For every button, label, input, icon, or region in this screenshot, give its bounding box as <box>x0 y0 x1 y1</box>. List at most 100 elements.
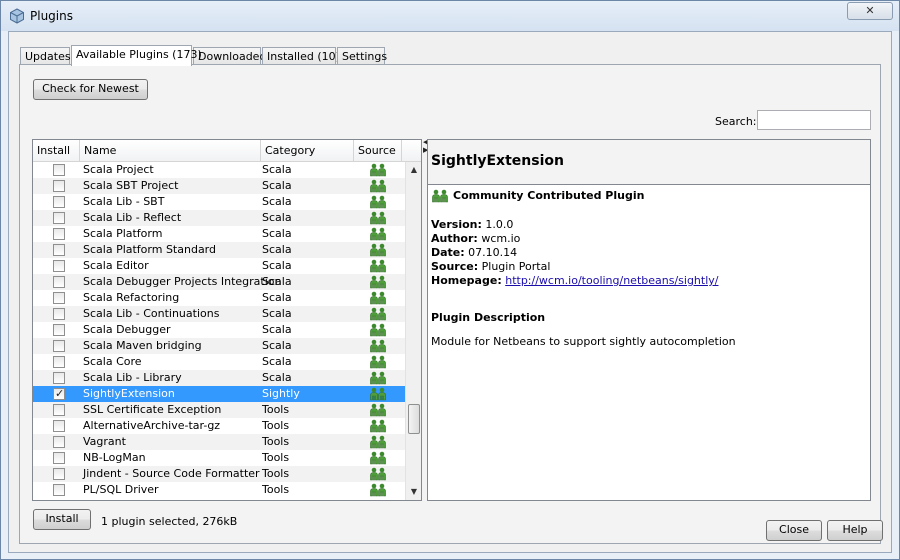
plugin-category: Scala <box>262 211 292 224</box>
plugin-category: Sightly <box>262 387 300 400</box>
plugin-name: Scala Editor <box>83 259 149 272</box>
table-row[interactable]: Scala Debugger Scala <box>33 322 405 338</box>
help-button[interactable]: Help <box>827 520 883 541</box>
close-button[interactable]: Close <box>766 520 822 541</box>
column-header-name[interactable]: Name <box>80 140 261 162</box>
plugin-name: Scala Debugger Projects Integration <box>83 275 282 288</box>
install-checkbox[interactable] <box>53 292 65 304</box>
install-checkbox[interactable] <box>53 386 65 402</box>
table-row[interactable]: PL/SQL Driver Tools <box>33 482 405 498</box>
plugin-name: Scala Core <box>83 355 142 368</box>
column-header-category[interactable]: Category <box>261 140 354 162</box>
install-checkbox[interactable] <box>53 212 65 224</box>
community-icon <box>369 195 387 209</box>
community-badge: Community Contributed Plugin <box>431 188 870 206</box>
table-row[interactable]: Scala Maven bridging Scala <box>33 338 405 354</box>
table-row[interactable]: NB-LogMan Tools <box>33 450 405 466</box>
install-checkbox[interactable] <box>53 356 65 368</box>
plugin-name: AlternativeArchive-tar-gz <box>83 419 221 432</box>
table-vertical-scrollbar[interactable]: ▲ ▼ <box>405 162 421 500</box>
table-row[interactable]: Jindent - Source Code Formatter Tools <box>33 466 405 482</box>
table-row[interactable]: Scala Core Scala <box>33 354 405 370</box>
install-checkbox[interactable] <box>53 276 65 288</box>
tab-installed[interactable]: Installed (10) <box>262 47 340 65</box>
check-for-newest-button[interactable]: Check for Newest <box>33 79 148 100</box>
plugins-dialog: Plugins ✕ Updates Available Plugins (173… <box>0 0 900 560</box>
table-row[interactable]: Scala Project Scala <box>33 162 405 178</box>
table-row[interactable]: SightlyExtension Sightly <box>33 386 405 402</box>
install-checkbox[interactable] <box>53 436 65 448</box>
table-row[interactable]: Scala Lib - SBT Scala <box>33 194 405 210</box>
tab-updates[interactable]: Updates <box>20 47 71 65</box>
plugin-category: Tools <box>262 435 290 448</box>
table-row[interactable]: Scala Platform Scala <box>33 226 405 242</box>
install-checkbox[interactable] <box>53 180 65 192</box>
install-checkbox[interactable] <box>53 452 65 464</box>
plugin-description-text: Module for Netbeans to support sightly a… <box>431 335 736 348</box>
install-checkbox[interactable] <box>53 308 65 320</box>
plugin-name: SightlyExtension <box>83 387 175 400</box>
scroll-down-arrow-icon[interactable]: ▼ <box>406 484 421 500</box>
plugin-category: Scala <box>262 291 292 304</box>
community-icon <box>369 435 387 449</box>
window-title: Plugins <box>30 9 73 23</box>
table-row[interactable]: AlternativeArchive-tar-gz Tools <box>33 418 405 434</box>
scroll-up-arrow-icon[interactable]: ▲ <box>406 162 421 178</box>
install-checkbox[interactable] <box>53 404 65 416</box>
tab-downloaded[interactable]: Downloaded <box>193 47 266 65</box>
scrollbar-thumb[interactable] <box>408 404 420 434</box>
table-row[interactable]: Scala Debugger Projects Integration Scala <box>33 274 405 290</box>
plugin-name: Scala Debugger <box>83 323 171 336</box>
version-field: Version: 1.0.0 <box>431 218 514 231</box>
community-icon <box>369 291 387 305</box>
table-row[interactable]: Scala Lib - Library Scala <box>33 370 405 386</box>
plugin-category: Scala <box>262 163 292 176</box>
window-close-button[interactable]: ✕ <box>847 2 893 20</box>
plugin-name: Scala SBT Project <box>83 179 179 192</box>
plugin-category: Scala <box>262 355 292 368</box>
install-checkbox[interactable] <box>53 244 65 256</box>
community-icon <box>369 243 387 257</box>
homepage-link[interactable]: http://wcm.io/tooling/netbeans/sightly/ <box>505 274 718 287</box>
table-row[interactable]: Scala SBT Project Scala <box>33 178 405 194</box>
plugin-category: Tools <box>262 483 290 496</box>
install-checkbox[interactable] <box>53 164 65 176</box>
community-icon <box>369 387 387 401</box>
tab-settings[interactable]: Settings <box>337 47 387 65</box>
install-checkbox[interactable] <box>53 340 65 352</box>
column-header-source[interactable]: Source <box>354 140 402 162</box>
plugin-details-title: SightlyExtension <box>428 140 870 185</box>
plugin-name: Jindent - Source Code Formatter <box>83 467 260 480</box>
install-checkbox[interactable] <box>53 260 65 272</box>
table-row[interactable]: Scala Lib - Continuations Scala <box>33 306 405 322</box>
search-input[interactable] <box>757 110 871 130</box>
column-header-install[interactable]: Install <box>33 140 80 162</box>
install-checkbox[interactable] <box>53 468 65 480</box>
table-row[interactable]: Scala Platform Standard Scala <box>33 242 405 258</box>
install-checkbox[interactable] <box>53 324 65 336</box>
title-bar[interactable]: Plugins ✕ <box>1 1 899 31</box>
table-row[interactable]: Scala Editor Scala <box>33 258 405 274</box>
table-row[interactable]: Scala Refactoring Scala <box>33 290 405 306</box>
community-icon <box>369 323 387 337</box>
homepage-field: Homepage: http://wcm.io/tooling/netbeans… <box>431 274 719 287</box>
install-checkbox[interactable] <box>53 372 65 384</box>
install-checkbox[interactable] <box>53 484 65 496</box>
install-button[interactable]: Install <box>33 509 91 530</box>
tab-available-plugins[interactable]: Available Plugins (173) <box>71 45 202 66</box>
selection-status: 1 plugin selected, 276kB <box>101 515 238 528</box>
plugins-table: Install Name Category Source Scala Proje… <box>32 139 422 501</box>
plugin-category: Scala <box>262 323 292 336</box>
install-checkbox[interactable] <box>53 196 65 208</box>
community-icon <box>369 419 387 433</box>
plugin-name: Scala Lib - Library <box>83 371 182 384</box>
install-checkbox[interactable] <box>53 420 65 432</box>
table-row[interactable]: Vagrant Tools <box>33 434 405 450</box>
community-icon <box>369 403 387 417</box>
plugin-category: Tools <box>262 403 290 416</box>
table-row[interactable]: Scala Lib - Reflect Scala <box>33 210 405 226</box>
install-checkbox[interactable] <box>53 228 65 240</box>
community-icon <box>369 307 387 321</box>
community-icon <box>369 451 387 465</box>
table-row[interactable]: SSL Certificate Exception Tools <box>33 402 405 418</box>
